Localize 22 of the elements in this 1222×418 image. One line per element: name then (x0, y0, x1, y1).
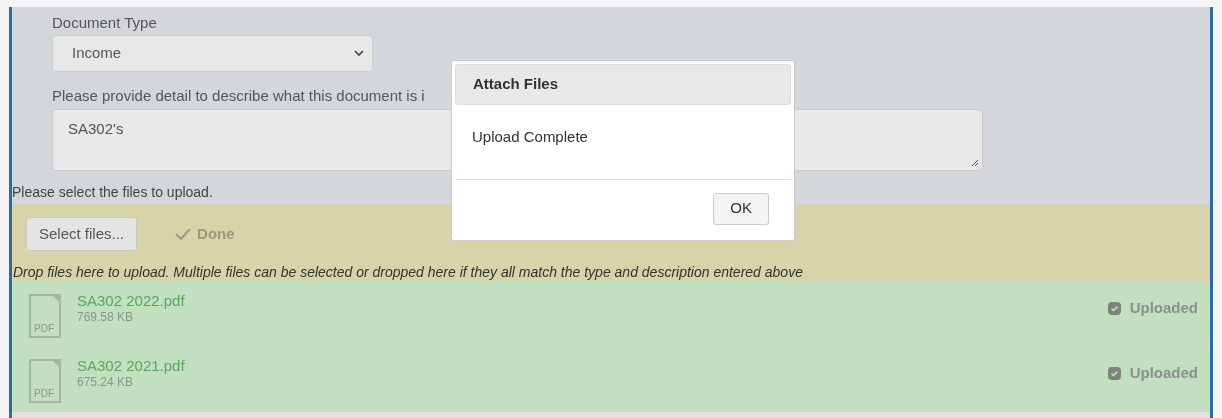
check-badge-icon (1107, 366, 1121, 380)
pdf-file-icon: PDF (29, 294, 61, 338)
pdf-file-icon: PDF (29, 359, 61, 403)
resize-handle-icon[interactable] (971, 159, 979, 167)
file-size: 769.58 KB (77, 310, 135, 324)
drop-hint: Drop files here to upload. Multiple files can be selected or dropped here if they all match the type and description entered above (12, 263, 804, 281)
dialog-message: Upload Complete (472, 127, 589, 147)
upload-prompt: Please select the files to upload. (12, 183, 214, 201)
select-files-button[interactable]: Select files... (26, 217, 138, 251)
ok-button[interactable]: OK (713, 192, 769, 225)
file-name: SA302 2022.pdf (77, 292, 185, 310)
check-badge-icon (1107, 301, 1121, 315)
checkmark-icon (175, 228, 192, 240)
chevron-down-icon (354, 50, 364, 57)
file-size: 675.24 KB (77, 375, 135, 389)
file-name: SA302 2021.pdf (77, 357, 185, 375)
field-label: Please provide detail to describe what this document is i (52, 86, 426, 106)
document-type-select[interactable]: Income (52, 35, 373, 72)
upload-status: Uploaded (1129, 363, 1198, 383)
upload-status: Uploaded (1129, 298, 1198, 318)
dialog-title: Attach Files (473, 74, 559, 95)
field-label: Document Type (52, 13, 158, 33)
